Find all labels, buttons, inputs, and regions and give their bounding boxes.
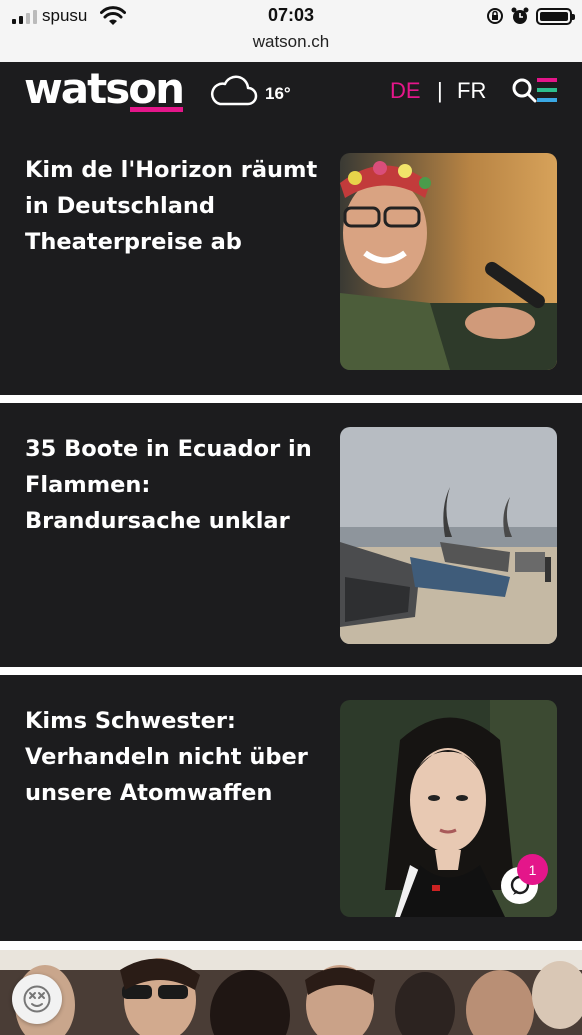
- article-title[interactable]: Kims Schwester: Verhandeln nicht über un…: [25, 703, 325, 811]
- search-menu-icon[interactable]: [511, 76, 559, 108]
- reaction-button[interactable]: [12, 974, 62, 1024]
- rotation-lock-icon: [487, 8, 503, 24]
- article-card[interactable]: Kim de l'Horizon räumt in Deutschland Th…: [0, 124, 582, 395]
- article-card[interactable]: Kims Schwester: Verhandeln nicht über un…: [0, 675, 582, 941]
- article-card[interactable]: 35 Boote in Ecuador in Flammen: Brandurs…: [0, 403, 582, 667]
- article-image[interactable]: [340, 153, 557, 370]
- alarm-icon: [511, 7, 529, 24]
- language-de[interactable]: DE: [390, 78, 421, 104]
- article-title[interactable]: Kim de l'Horizon räumt in Deutschland Th…: [25, 152, 325, 260]
- watson-logo[interactable]: watson: [24, 66, 185, 112]
- site-header: watson 16° DE | FR: [0, 62, 582, 124]
- article-image[interactable]: [340, 427, 557, 644]
- temperature: 16°: [265, 84, 291, 103]
- battery-icon: [536, 7, 575, 25]
- cloud-icon[interactable]: [208, 70, 258, 110]
- next-article-image[interactable]: [0, 950, 582, 1035]
- article-title[interactable]: 35 Boote in Ecuador in Flammen: Brandurs…: [25, 431, 325, 539]
- language-separator: |: [437, 78, 443, 103]
- comment-count-badge: 1: [517, 854, 548, 885]
- status-bar: spusu 07:03 watson.ch: [0, 0, 582, 62]
- dizzy-face-icon: [23, 985, 51, 1013]
- logo-accent: [130, 107, 183, 112]
- status-icons: [486, 6, 575, 26]
- address-bar-url[interactable]: watson.ch: [0, 32, 582, 52]
- language-fr[interactable]: FR: [457, 78, 486, 104]
